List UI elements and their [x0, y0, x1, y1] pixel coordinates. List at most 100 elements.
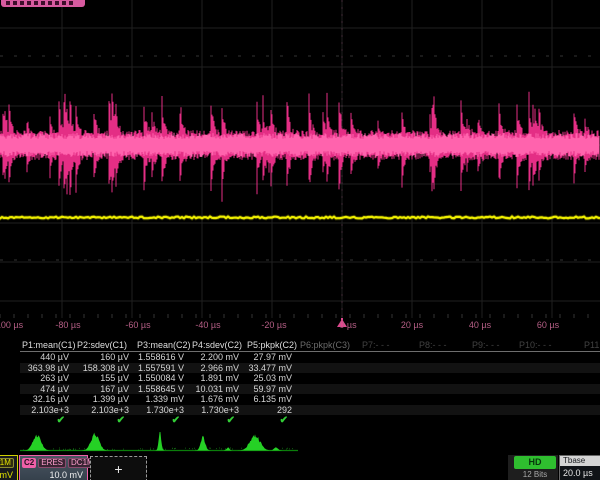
channel-c1-descriptor[interactable]: C1 DC1M 10.0 mV	[0, 455, 18, 480]
measurement-table: P1:mean(C1)P2:sdev(C1)P3:mean(C2)P4:sdev…	[20, 339, 600, 427]
measurement-header-cell[interactable]: P6:pkpk(C3)	[298, 339, 360, 352]
measurement-value-cell: 263 µV	[20, 373, 75, 384]
measurement-value-cell: 1.891 mV	[190, 373, 245, 384]
measurement-status-cell: ✔	[20, 415, 75, 427]
measurement-value-cell: 160 µV	[75, 352, 135, 363]
time-tick-label: -40 µs	[195, 320, 220, 330]
time-axis: -100 µs-80 µs-60 µs-40 µs-20 µs0 µs20 µs…	[0, 318, 600, 334]
measurement-value-cell	[417, 394, 470, 405]
measurement-value-cell	[298, 363, 360, 374]
measurement-value-cell	[417, 384, 470, 395]
measurement-header-cell[interactable]: P9:- - -	[470, 339, 517, 352]
measurement-header-cell[interactable]: P11:- - -	[582, 339, 600, 352]
measurement-header-cell[interactable]: P7:- - -	[360, 339, 417, 352]
measurement-status-cell	[298, 415, 360, 427]
measurement-status-cell	[470, 415, 517, 427]
measurement-header-cell[interactable]: P1:mean(C1)	[20, 339, 75, 352]
time-tick-label: -60 µs	[125, 320, 150, 330]
measurement-header-cell[interactable]: P10:- - -	[517, 339, 582, 352]
measurement-value-cell	[470, 405, 517, 416]
hd-mode-button[interactable]: HD	[514, 456, 556, 469]
measurement-value-cell: 27.97 mV	[245, 352, 298, 363]
measurement-value-cell: 1.676 mV	[190, 394, 245, 405]
time-tick-label: -100 µs	[0, 320, 23, 330]
measurement-value-cell: 32.16 µV	[20, 394, 75, 405]
measurement-value-cell	[360, 352, 417, 363]
c2-label-badge: C2	[22, 458, 36, 468]
measurement-value-cell: 474 µV	[20, 384, 75, 395]
measurement-value-cell	[470, 384, 517, 395]
measurement-value-cell: 155 µV	[75, 373, 135, 384]
measurement-value-cell	[517, 394, 582, 405]
measurement-value-cell	[582, 405, 600, 416]
measurement-value-cell: 10.031 mV	[190, 384, 245, 395]
measurement-value-cell: 1.550084 V	[135, 373, 190, 384]
measurement-header-cell[interactable]: P3:mean(C2)	[135, 339, 190, 352]
measurement-value-cell	[298, 384, 360, 395]
waveform-plot[interactable]	[0, 0, 600, 318]
time-tick-label: 20 µs	[401, 320, 423, 330]
measurement-status-cell	[517, 415, 582, 427]
measurement-header-cell[interactable]: P2:sdev(C1)	[75, 339, 135, 352]
measurement-value-cell	[470, 352, 517, 363]
timebase-descriptor[interactable]: Tbase 20.0 µs	[559, 455, 600, 480]
measurement-value-cell: 167 µV	[75, 384, 135, 395]
measurement-value-cell	[470, 394, 517, 405]
measurement-value-cell	[470, 373, 517, 384]
measurement-value-cell	[298, 405, 360, 416]
measurement-value-cell	[417, 363, 470, 374]
measurement-value-cell: 2.103e+3	[20, 405, 75, 416]
measurement-value-cell: 2.103e+3	[75, 405, 135, 416]
measurement-value-cell	[298, 373, 360, 384]
time-tick-label: -80 µs	[55, 320, 80, 330]
measurement-status-cell: ✔	[245, 415, 298, 427]
measurement-value-cell: 440 µV	[20, 352, 75, 363]
c1-coupling-badge: DC1M	[0, 458, 14, 468]
measurement-value-cell	[360, 373, 417, 384]
measurement-value-cell	[582, 352, 600, 363]
measurement-status-cell: ✔	[190, 415, 245, 427]
measurement-value-cell	[360, 384, 417, 395]
channel-c2-descriptor[interactable]: C2 ERES DC1M 10.0 mV	[19, 455, 88, 480]
measurement-value-cell	[582, 394, 600, 405]
measurement-value-cell	[517, 352, 582, 363]
measurement-status-cell	[360, 415, 417, 427]
measurement-value-cell: 158.308 µV	[75, 363, 135, 374]
measurement-header-cell[interactable]: P4:sdev(C2)	[190, 339, 245, 352]
measurement-header-cell[interactable]: P5:pkpk(C2)	[245, 339, 298, 352]
measurement-value-cell: 1.557591 V	[135, 363, 190, 374]
measurement-value-cell: 1.730e+3	[190, 405, 245, 416]
time-tick-label: 0 µs	[339, 320, 356, 330]
measurement-value-cell: 33.477 mV	[245, 363, 298, 374]
measurement-value-cell	[582, 363, 600, 374]
measurement-value-cell: 1.399 µV	[75, 394, 135, 405]
waveform-grid[interactable]	[0, 0, 600, 318]
measurement-value-cell	[417, 352, 470, 363]
measurement-value-cell: 1.730e+3	[135, 405, 190, 416]
measurement-status-cell	[417, 415, 470, 427]
measurement-value-cell	[517, 384, 582, 395]
timebase-title: Tbase	[560, 456, 600, 466]
measurement-value-cell: 363.98 µV	[20, 363, 75, 374]
measurement-value-cell: 6.135 mV	[245, 394, 298, 405]
measurement-value-cell	[517, 373, 582, 384]
add-trace-button[interactable]: +	[90, 456, 147, 480]
measurement-value-cell	[417, 373, 470, 384]
measurement-value-cell	[360, 405, 417, 416]
measurement-value-cell: 1.558616 V	[135, 352, 190, 363]
timebase-value: 20.0 µs	[560, 466, 600, 478]
parameter-histicons	[20, 431, 298, 453]
time-tick-label: 60 µs	[537, 320, 559, 330]
measurement-value-cell: 1.339 mV	[135, 394, 190, 405]
plus-icon: +	[114, 461, 122, 477]
measurement-value-cell: 2.966 mV	[190, 363, 245, 374]
measurement-value-cell	[582, 373, 600, 384]
hd-bits-label: 12 Bits	[514, 470, 556, 479]
measurement-header-cell[interactable]: P8:- - -	[417, 339, 470, 352]
c2-eres-badge: ERES	[38, 458, 66, 468]
measurement-value-cell	[582, 384, 600, 395]
measurement-value-cell	[470, 363, 517, 374]
c2-trace-tag[interactable]	[1, 0, 85, 7]
measurement-value-cell	[298, 352, 360, 363]
measurement-value-cell	[517, 363, 582, 374]
